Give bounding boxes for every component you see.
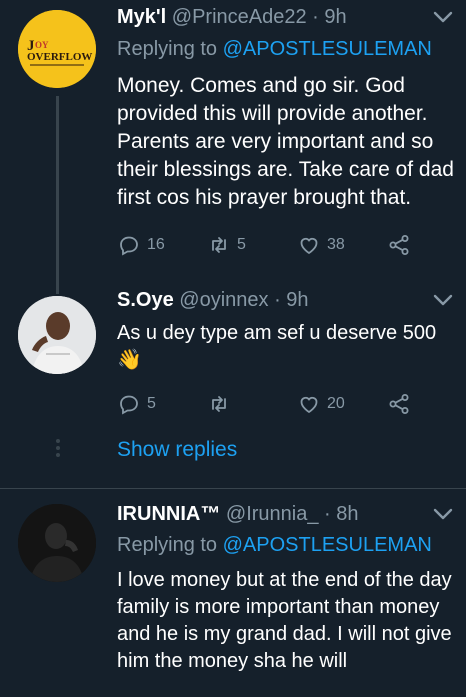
tweet-header: S.Oye @oyinnex · 9h (117, 289, 309, 312)
thread-line (56, 290, 59, 294)
tweet-header: IRUNNIA™ @Irunnia_ · 8h (117, 503, 359, 526)
replying-label: Replying to (117, 38, 218, 60)
tweet-text: Money. Comes and go sir. God provided th… (117, 74, 454, 209)
more-replies-dots (54, 436, 62, 460)
svg-text:OY: OY (35, 40, 49, 50)
tweet[interactable]: J OY OVERFLOW Myk'l @PrinceAde22 · 9h Re… (0, 0, 466, 290)
avatar[interactable] (18, 504, 96, 582)
user-handle[interactable]: @PrinceAde22 (172, 6, 307, 28)
share-icon (389, 394, 409, 414)
timestamp[interactable]: · 9h (312, 6, 346, 28)
tweet[interactable]: IRUNNIA™ @Irunnia_ · 8h Replying to @APO… (0, 489, 466, 697)
tweet-text-content: As u dey type am sef u deserve 500 (117, 322, 437, 344)
chevron-down-icon[interactable] (432, 293, 454, 307)
retweet-icon (212, 237, 226, 253)
reply-icon (120, 395, 138, 415)
waving-hand-emoji: 👋 (117, 349, 142, 371)
reply-button[interactable]: 5 (117, 390, 156, 418)
share-button[interactable] (387, 390, 411, 418)
svg-text:OVERFLOW: OVERFLOW (27, 51, 92, 63)
user-handle[interactable]: @oyinnex (179, 289, 268, 311)
show-replies-link[interactable]: Show replies (117, 438, 237, 462)
tweet-text: As u dey type am sef u deserve 500 👋 (117, 320, 462, 374)
replying-label: Replying to (117, 534, 218, 556)
tweet-header: Myk'l @PrinceAde22 · 9h (117, 6, 347, 29)
tweet-actions: 16 5 38 (117, 231, 417, 259)
like-count: 38 (327, 236, 345, 253)
like-button[interactable]: 38 (297, 231, 345, 259)
thread-line (56, 96, 59, 290)
replying-mention[interactable]: @APOSTLESULEMAN (223, 38, 432, 60)
retweet-button[interactable]: 5 (207, 231, 246, 259)
share-icon (389, 235, 409, 255)
retweet-count: 5 (237, 236, 246, 253)
chevron-down-icon[interactable] (432, 507, 454, 521)
like-count: 20 (327, 395, 345, 412)
tweet[interactable]: S.Oye @oyinnex · 9h As u dey type am sef… (0, 289, 466, 430)
tweet-actions: 5 20 (117, 390, 417, 418)
replying-to: Replying to @APOSTLESULEMAN (117, 38, 432, 61)
like-button[interactable]: 20 (297, 390, 345, 418)
joy-overflow-logo: J OY OVERFLOW (18, 10, 96, 88)
profile-photo (18, 504, 96, 582)
reply-count: 5 (147, 395, 156, 412)
retweet-button[interactable] (207, 390, 231, 418)
reply-icon (120, 236, 138, 256)
retweet-icon (212, 396, 226, 412)
replying-mention[interactable]: @APOSTLESULEMAN (223, 534, 432, 556)
display-name[interactable]: IRUNNIA™ (117, 503, 220, 525)
chevron-down-icon[interactable] (432, 10, 454, 24)
display-name[interactable]: Myk'l (117, 6, 166, 28)
avatar[interactable] (18, 296, 96, 374)
user-handle[interactable]: @Irunnia_ (226, 503, 319, 525)
profile-photo (18, 296, 96, 374)
reply-count: 16 (147, 236, 165, 253)
reply-button[interactable]: 16 (117, 231, 165, 259)
display-name[interactable]: S.Oye (117, 289, 174, 311)
replying-to: Replying to @APOSTLESULEMAN (117, 534, 432, 557)
share-button[interactable] (387, 231, 411, 259)
like-icon (300, 237, 318, 255)
timestamp[interactable]: · 9h (274, 289, 308, 311)
avatar[interactable]: J OY OVERFLOW (18, 10, 96, 88)
like-icon (300, 396, 318, 414)
timestamp[interactable]: · 8h (324, 503, 358, 525)
tweet-text: I love money but at the end of the day f… (117, 569, 452, 672)
